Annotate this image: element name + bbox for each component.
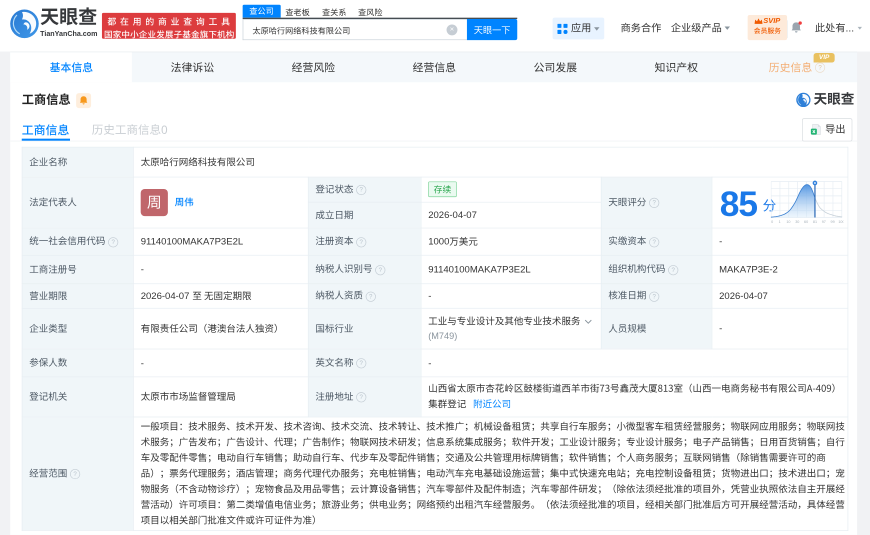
svg-text:10: 10 — [786, 220, 790, 224]
svg-text:1: 1 — [779, 220, 781, 224]
svg-text:100: 100 — [838, 220, 843, 224]
svg-text:0: 0 — [771, 220, 773, 224]
svg-text:99: 99 — [831, 220, 835, 224]
svg-text:81: 81 — [813, 220, 817, 224]
svg-text:60: 60 — [804, 220, 808, 224]
svg-text:97: 97 — [822, 220, 826, 224]
svg-text:30: 30 — [795, 220, 799, 224]
